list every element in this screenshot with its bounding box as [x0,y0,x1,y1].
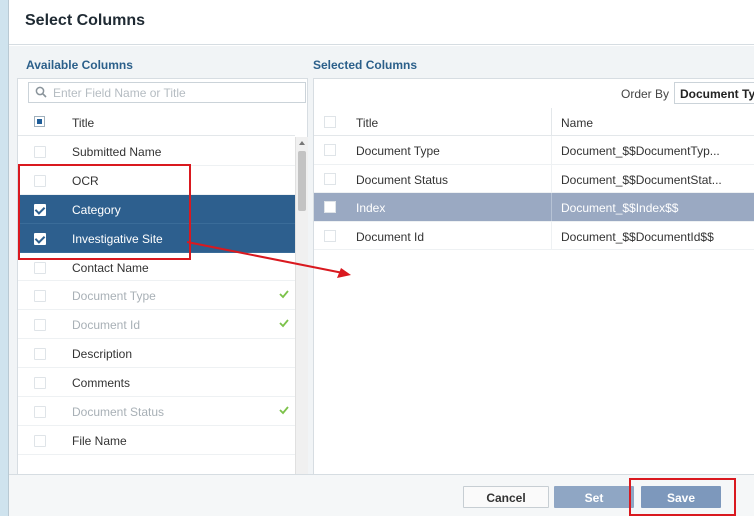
order-by-label: Order By [621,87,670,101]
select-all-checkbox[interactable] [34,116,45,127]
cancel-button[interactable]: Cancel [463,486,549,508]
row-checkbox[interactable] [324,144,336,156]
available-row[interactable]: Submitted Name [18,137,295,166]
available-list-header: Title [18,108,295,136]
check-mark-icon [279,319,289,328]
dialog-header: Select Columns [9,0,754,45]
available-scrollbar[interactable] [295,137,308,509]
column-divider [551,164,552,193]
column-header-title[interactable]: Title [356,116,378,130]
selected-row-name: Document_$$DocumentStat... [561,172,722,187]
row-checkbox[interactable] [34,146,46,158]
column-divider [551,108,552,136]
available-columns-label: Available Columns [26,58,133,72]
selected-columns-label: Selected Columns [313,58,418,72]
available-row[interactable]: Document Id [18,310,295,340]
available-row[interactable]: Description [18,339,295,369]
selected-list: Document Type Document_$$DocumentTyp... Do… [314,136,754,250]
available-row[interactable]: Document Type [18,281,295,311]
available-columns-panel: Title Submitted NameOCRCategoryInvestiga… [17,78,308,509]
row-checkbox[interactable] [34,319,46,332]
selected-row-title: Document Id [356,229,425,244]
selected-row-name: Document_$$DocumentTyp... [561,144,720,158]
column-header-name[interactable]: Name [561,116,593,130]
column-divider [551,193,552,221]
selected-row-title: Document Type [356,144,440,158]
row-checkbox[interactable] [34,290,46,303]
selected-row[interactable]: Document Type Document_$$DocumentTyp... [314,136,754,165]
selected-row-title: Index [356,201,386,215]
available-row-label: Description [72,347,133,362]
available-row-label: Document Status [72,405,165,420]
available-row-label: File Name [72,433,127,448]
selected-row[interactable]: Index Document_$$Index$$ [314,193,754,222]
selected-columns-panel: Order By Document Ty Title Name Document… [313,78,754,508]
selected-list-header: Title Name [314,108,754,136]
row-checkbox[interactable] [34,406,46,419]
row-checkbox[interactable] [34,434,46,447]
order-by-select[interactable]: Document Ty [674,82,754,104]
available-row-label: Contact Name [72,260,149,275]
search-box[interactable] [28,82,306,103]
row-checkbox[interactable] [324,201,336,213]
available-row-label: Document Type [72,289,156,304]
row-checkbox[interactable] [34,261,46,274]
row-checkbox[interactable] [324,172,336,185]
column-divider [551,136,552,164]
dialog-title: Select Columns [25,12,146,29]
selected-row[interactable]: Document Status Document_$$DocumentStat..… [314,164,754,193]
save-highlight-box [629,478,736,516]
selected-row[interactable]: Document Id Document_$$DocumentId$$ [314,221,754,250]
row-checkbox[interactable] [34,377,46,390]
selected-select-all-checkbox[interactable] [324,116,336,128]
available-row[interactable]: File Name [18,426,295,455]
scroll-thumb[interactable] [298,151,306,211]
row-checkbox[interactable] [34,348,46,361]
search-input[interactable] [53,85,293,101]
arrow-icon [186,241,351,278]
dialog-body: Available Columns Selected Columns Title… [9,46,754,509]
selected-row-name: Document_$$DocumentId$$ [561,229,714,244]
available-row[interactable]: Comments [18,368,295,398]
search-icon [35,86,47,98]
available-row[interactable]: Document Status [18,397,295,426]
column-divider [551,221,552,250]
available-header-title: Title [72,116,95,130]
selected-row-name: Document_$$Index$$ [561,201,679,215]
selection-highlight-box [18,164,191,260]
check-mark-icon [279,406,289,415]
available-row-label: Submitted Name [72,145,162,159]
available-row-label: Document Id [72,318,141,333]
check-mark-icon [279,290,289,299]
scroll-up-icon[interactable] [299,141,305,145]
available-row-label: Comments [72,376,131,391]
set-button[interactable]: Set [554,486,634,508]
selected-row-title: Document Status [356,172,449,187]
